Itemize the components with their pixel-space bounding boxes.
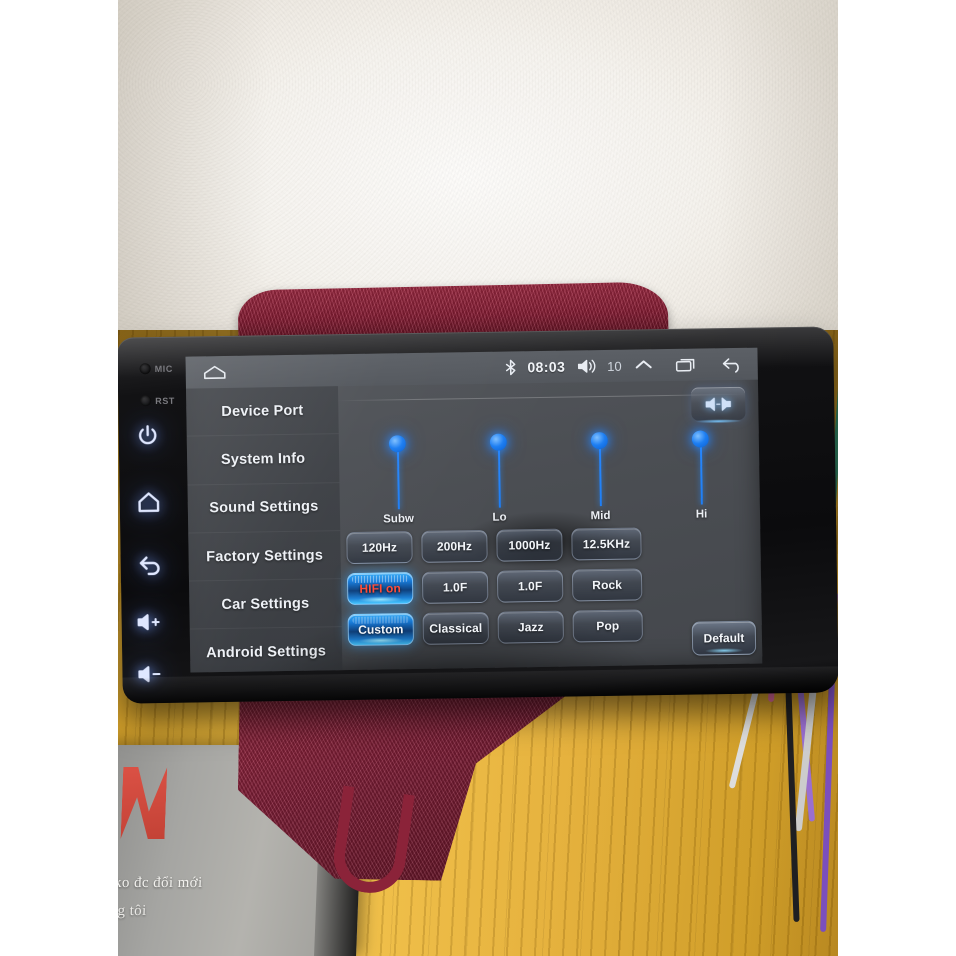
slider-label: Hi — [695, 508, 708, 521]
back-arrow-icon[interactable] — [137, 551, 163, 577]
button-120hz[interactable]: 120Hz — [346, 531, 413, 565]
button-custom[interactable]: Custom — [347, 613, 415, 647]
grid-row-hifi: HIFI on 1.0F 1.0F Rock — [345, 567, 757, 606]
sidebar-item-label: Device Port — [221, 402, 304, 420]
sidebar-item-system-info[interactable]: System Info — [186, 433, 340, 485]
sidebar-item-sound-settings[interactable]: Sound Settings — [187, 481, 341, 533]
slider-track — [598, 440, 602, 507]
grid-row-frequency: 120Hz 200Hz 1000Hz 12.5KHz — [344, 526, 756, 565]
button-jazz[interactable]: Jazz — [497, 610, 565, 644]
button-200hz[interactable]: 200Hz — [421, 529, 488, 563]
slider-lo[interactable]: Lo — [448, 429, 550, 524]
bluetooth-icon[interactable] — [499, 358, 521, 376]
sidebar-item-label: Sound Settings — [209, 498, 319, 517]
button-1000hz[interactable]: 1000Hz — [496, 528, 563, 562]
settings-sidebar: Device Port System Info Sound Settings F… — [185, 386, 343, 673]
slider-label: Lo — [492, 511, 507, 524]
button-label: HIFI on — [359, 581, 401, 596]
button-label: Pop — [596, 618, 620, 634]
button-hifi-on[interactable]: HIFI on — [346, 572, 414, 606]
paper-text-line-1: ẽ ko đc đổi mới — [118, 875, 203, 891]
button-label: 200Hz — [436, 539, 473, 554]
button-label: Classical — [429, 620, 483, 636]
recent-apps-icon[interactable] — [656, 356, 700, 375]
sidebar-item-factory-settings[interactable]: Factory Settings — [188, 530, 341, 581]
sidebar-item-label: Android Settings — [206, 643, 327, 662]
button-label: 1.0F — [442, 580, 468, 595]
sidebar-item-android-settings[interactable]: Android Settings — [189, 626, 343, 673]
sidebar-item-car-settings[interactable]: Car Settings — [188, 578, 342, 630]
button-factor-2[interactable]: 1.0F — [496, 569, 564, 603]
button-label: Custom — [358, 622, 404, 637]
car-head-unit: MIC RST 08:03 10 Device Port System Info… — [118, 326, 838, 704]
slider-knob[interactable] — [691, 430, 709, 448]
slider-track — [497, 441, 501, 508]
sidebar-item-label: Factory Settings — [206, 546, 324, 565]
device-bezel: MIC RST — [125, 351, 192, 692]
sidebar-item-label: System Info — [220, 450, 306, 468]
home-icon[interactable] — [136, 489, 162, 515]
balance-fader-icon — [702, 394, 734, 413]
slider-label: Mid — [590, 509, 611, 523]
equalizer-sliders: Subw Lo Mid Hi — [347, 426, 752, 526]
home-outline-icon[interactable] — [202, 364, 228, 380]
balance-button-glow — [695, 418, 742, 424]
status-bar-right-group: 08:03 10 — [499, 355, 758, 377]
default-button[interactable]: Default — [691, 620, 757, 656]
slider-knob[interactable] — [489, 433, 507, 451]
status-clock: 08:03 — [527, 358, 566, 376]
balance-fader-button[interactable] — [691, 386, 746, 421]
slider-mid[interactable]: Mid — [549, 427, 651, 523]
slider-knob[interactable] — [590, 431, 608, 450]
button-pop[interactable]: Pop — [572, 609, 644, 643]
button-label: 12.5KHz — [582, 536, 631, 552]
paper-logo — [121, 767, 168, 839]
letterbox-right — [838, 0, 956, 956]
volume-up-icon[interactable] — [135, 609, 161, 635]
sidebar-item-label: Car Settings — [221, 595, 310, 613]
photo-area: ẽ ko đc đổi mới ủng tôi — [118, 0, 838, 956]
screenshot-root: ẽ ko đc đổi mới ủng tôi — [0, 0, 956, 956]
letterbox-left — [0, 0, 118, 956]
slider-knob[interactable] — [388, 435, 407, 453]
button-12-5khz[interactable]: 12.5KHz — [571, 527, 642, 561]
button-classical[interactable]: Classical — [422, 611, 490, 645]
button-label: 120Hz — [361, 540, 398, 555]
chevron-up-icon[interactable] — [626, 356, 656, 374]
button-label: Default — [703, 630, 745, 646]
sidebar-item-device-port[interactable]: Device Port — [186, 386, 339, 436]
button-rock[interactable]: Rock — [571, 568, 643, 602]
slider-hi[interactable]: Hi — [650, 426, 752, 521]
slider-track — [396, 443, 400, 510]
status-back-arrow-icon[interactable] — [700, 355, 746, 374]
button-label: Rock — [592, 577, 623, 593]
reset-hole[interactable] — [140, 395, 152, 407]
button-label: Jazz — [517, 619, 544, 635]
mic-hole — [139, 363, 151, 375]
volume-icon[interactable] — [569, 357, 599, 375]
button-factor-1[interactable]: 1.0F — [421, 570, 489, 604]
reset-label: RST — [155, 395, 176, 407]
button-label: 1.0F — [517, 578, 543, 594]
power-icon[interactable] — [135, 423, 161, 449]
sound-settings-panel: Subw Lo Mid Hi 120Hz 200Hz 1000Hz 12.5KH… — [338, 380, 762, 671]
slider-track — [699, 438, 703, 505]
slider-subw[interactable]: Subw — [347, 430, 449, 526]
volume-level: 10 — [607, 358, 622, 374]
slider-label: Subw — [383, 513, 414, 526]
touchscreen-display[interactable]: 08:03 10 Device Port System Info Sound S… — [185, 347, 763, 673]
button-label: 1000Hz — [508, 537, 551, 553]
mic-label: MIC — [154, 363, 174, 375]
paper-text-line-2: ủng tôi — [118, 903, 147, 919]
